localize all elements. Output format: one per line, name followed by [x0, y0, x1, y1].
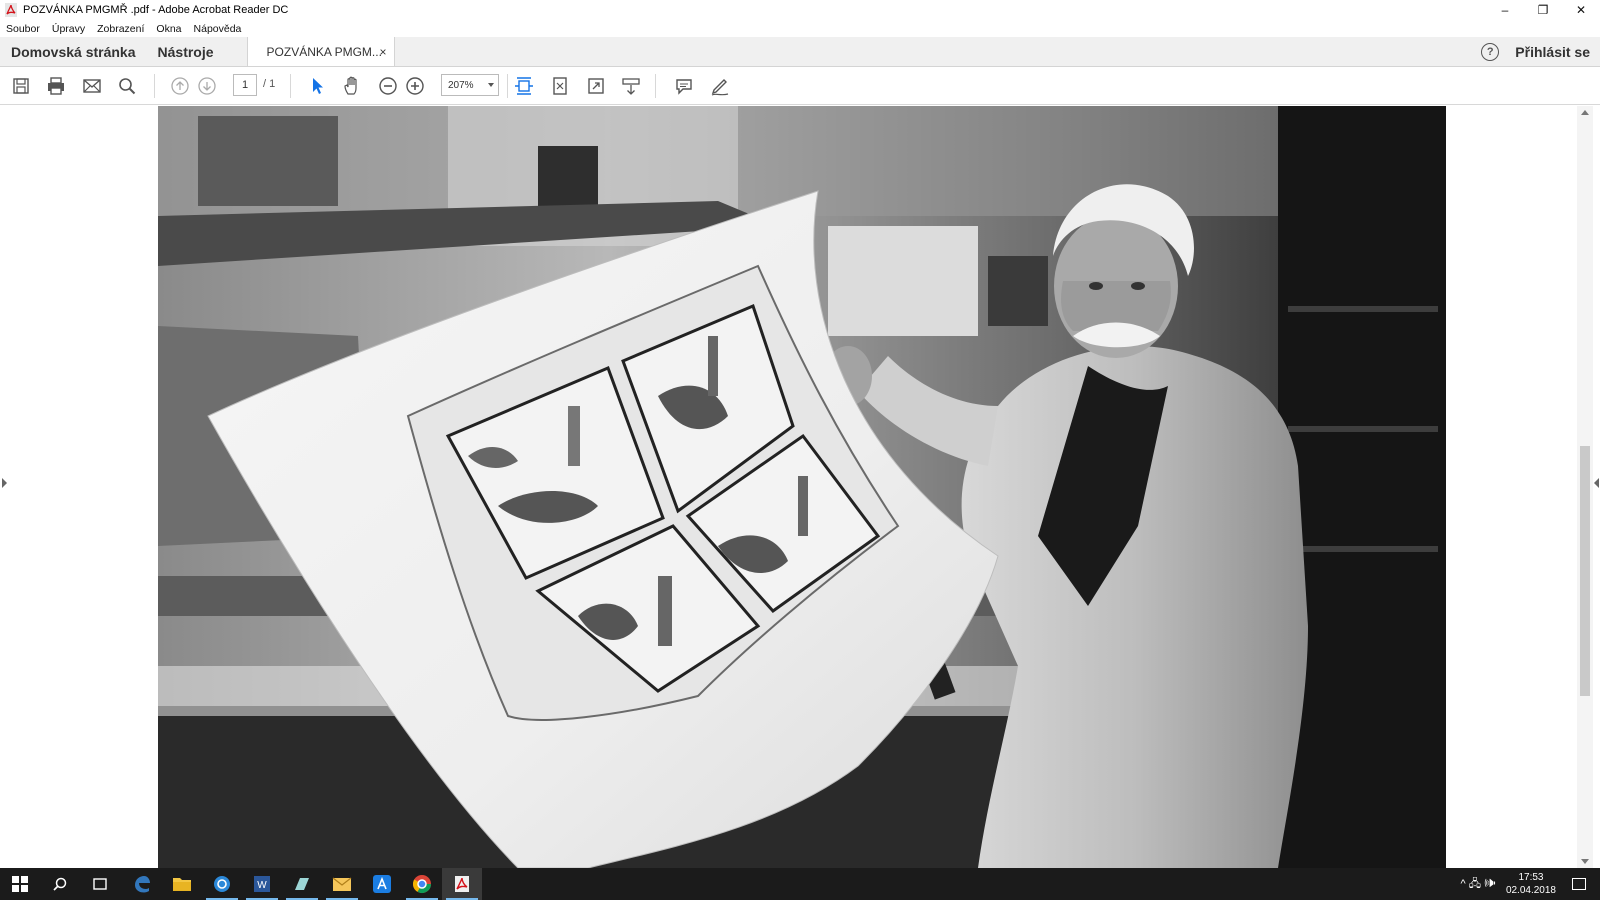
window-title: POZVÁNKA PMGMŘ .pdf - Adobe Acrobat Read…: [23, 4, 289, 16]
zoom-out-icon[interactable]: [377, 75, 399, 97]
maximize-button[interactable]: ❐: [1524, 0, 1562, 20]
tab-bar: Domovská stránka Nástroje POZVÁNKA PMGM.…: [0, 37, 1600, 67]
clock[interactable]: 17:53 02.04.2018: [1506, 871, 1556, 897]
scroll-mode-icon[interactable]: [620, 75, 642, 97]
save-icon[interactable]: [10, 75, 32, 97]
menu-window[interactable]: Okna: [156, 23, 181, 35]
document-tab-label: POZVÁNKA PMGM...: [266, 44, 382, 59]
search-icon[interactable]: [116, 75, 138, 97]
scroll-thumb[interactable]: [1580, 446, 1590, 696]
scroll-down-icon[interactable]: [1581, 859, 1589, 864]
document-viewport[interactable]: [0, 106, 1600, 868]
fit-page-icon[interactable]: [549, 75, 571, 97]
close-window-button[interactable]: ✕: [1562, 0, 1600, 20]
chrome-icon[interactable]: [402, 868, 442, 900]
document-photo: [158, 106, 1446, 868]
page-number-input[interactable]: 1: [233, 74, 257, 96]
notification-center-icon[interactable]: [1572, 878, 1586, 890]
help-icon[interactable]: ?: [1481, 43, 1500, 61]
app-icon[interactable]: [202, 868, 242, 900]
vertical-scrollbar[interactable]: [1577, 106, 1593, 868]
photo-illustration: [158, 106, 1446, 868]
title-bar: POZVÁNKA PMGMŘ .pdf - Adobe Acrobat Read…: [0, 0, 1600, 20]
prev-page-icon[interactable]: [169, 75, 191, 97]
app-store-icon[interactable]: [362, 868, 402, 900]
zoom-value: 207%: [448, 79, 474, 91]
menu-view[interactable]: Zobrazení: [97, 23, 144, 35]
tab-tools[interactable]: Nástroje: [147, 37, 225, 66]
right-panel-toggle-icon[interactable]: [1594, 478, 1599, 488]
file-explorer-icon[interactable]: [162, 868, 202, 900]
email-icon[interactable]: [81, 75, 103, 97]
windows-start-icon[interactable]: [0, 868, 40, 900]
tab-home[interactable]: Domovská stránka: [0, 37, 147, 66]
toolbar: 1 / 1 207%: [0, 67, 1600, 105]
menu-help[interactable]: Nápověda: [194, 23, 242, 35]
tab-document[interactable]: POZVÁNKA PMGM... ×: [246, 37, 395, 66]
word-icon[interactable]: W: [242, 868, 282, 900]
left-panel-toggle-icon[interactable]: [2, 478, 7, 488]
full-screen-icon[interactable]: [585, 75, 607, 97]
hand-tool-icon[interactable]: [341, 75, 363, 97]
minimize-button[interactable]: –: [1486, 0, 1524, 20]
menu-file[interactable]: Soubor: [6, 23, 40, 35]
zoom-in-icon[interactable]: [404, 75, 426, 97]
acrobat-logo-icon: [5, 3, 17, 17]
acrobat-icon[interactable]: [442, 868, 482, 900]
tray-icons[interactable]: ^ 🖧 🕪: [1461, 875, 1496, 894]
menu-bar: Soubor Úpravy Zobrazení Okna Nápověda: [0, 20, 1600, 37]
clock-time: 17:53: [1518, 872, 1544, 883]
clock-date: 02.04.2018: [1505, 885, 1556, 896]
scroll-up-icon[interactable]: [1581, 110, 1589, 115]
close-tab-icon[interactable]: ×: [380, 45, 387, 59]
app-icon-2[interactable]: [282, 868, 322, 900]
signin-button[interactable]: Přihlásit se: [1515, 44, 1590, 60]
taskbar: W ^ 🖧 🕪 17:53 02.04.2018: [0, 868, 1600, 900]
zoom-dropdown[interactable]: 207%: [441, 74, 499, 96]
menu-edit[interactable]: Úpravy: [52, 23, 85, 35]
next-page-icon[interactable]: [196, 75, 218, 97]
task-view-icon[interactable]: [80, 868, 120, 900]
system-tray: ^ 🖧 🕪 17:53 02.04.2018: [1461, 868, 1600, 900]
print-icon[interactable]: [45, 75, 67, 97]
mail-icon[interactable]: [322, 868, 362, 900]
fit-width-icon[interactable]: [513, 75, 535, 97]
edge-icon[interactable]: [122, 868, 162, 900]
sign-icon[interactable]: [709, 75, 731, 97]
select-tool-icon[interactable]: [306, 75, 328, 97]
taskbar-search-icon[interactable]: [40, 868, 80, 900]
chevron-down-icon: [488, 83, 494, 87]
page-total: / 1: [263, 78, 276, 90]
svg-text:W: W: [257, 880, 267, 891]
comment-icon[interactable]: [673, 75, 695, 97]
